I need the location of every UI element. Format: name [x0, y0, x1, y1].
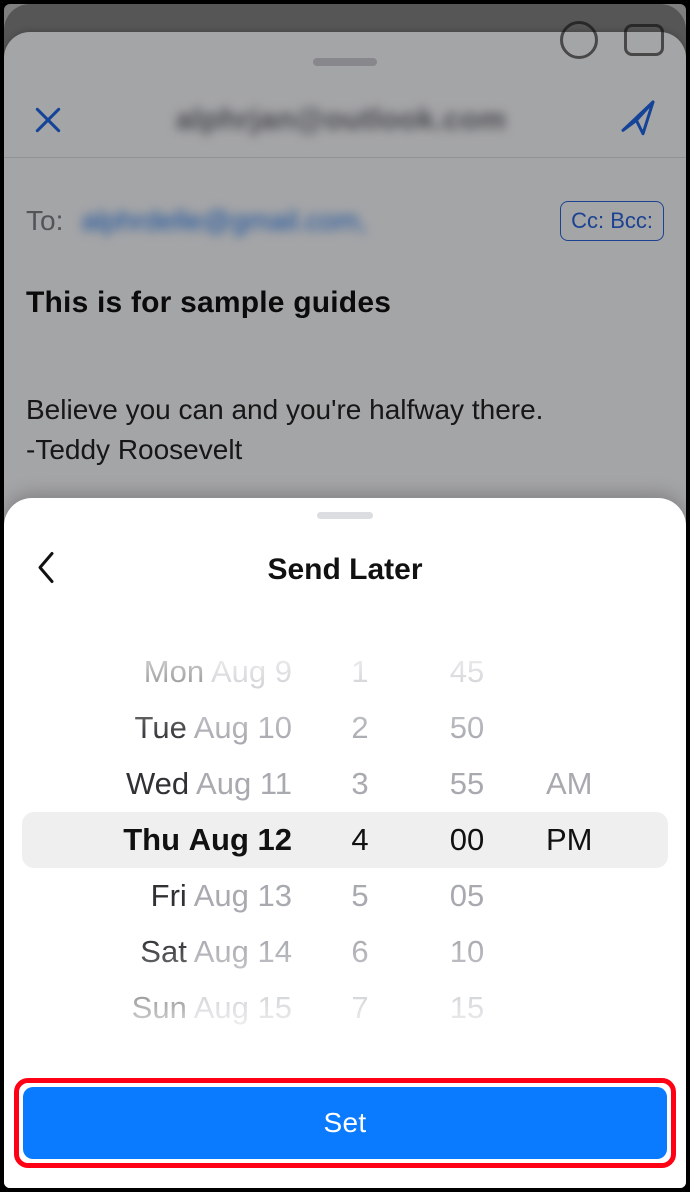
- picker-column-hour[interactable]: 1212345678: [312, 632, 408, 1048]
- picker-option[interactable]: AM: [526, 756, 668, 812]
- picker-column-minute[interactable]: 404550550005101520: [408, 632, 526, 1048]
- picker-option[interactable]: 12: [312, 632, 408, 644]
- picker-date-option[interactable]: Mon Aug 16: [22, 1036, 312, 1048]
- picker-option[interactable]: 45: [408, 644, 526, 700]
- set-button[interactable]: Set: [23, 1087, 667, 1159]
- picker-option[interactable]: 55: [408, 756, 526, 812]
- picker-option[interactable]: 00: [408, 812, 526, 868]
- sheet-grabber-icon[interactable]: [317, 512, 373, 519]
- picker-option[interactable]: 5: [312, 868, 408, 924]
- picker-option[interactable]: 50: [408, 700, 526, 756]
- datetime-picker[interactable]: Sun Aug 8Mon Aug 9Tue Aug 10Wed Aug 11Th…: [22, 632, 668, 1048]
- picker-date-option[interactable]: Fri Aug 13: [22, 868, 312, 924]
- picker-option[interactable]: 3: [312, 756, 408, 812]
- sheet-title: Send Later: [267, 553, 422, 587]
- picker-date-option[interactable]: Tue Aug 10: [22, 700, 312, 756]
- picker-option[interactable]: 6: [312, 924, 408, 980]
- picker-option[interactable]: 40: [408, 632, 526, 644]
- picker-option[interactable]: 7: [312, 980, 408, 1036]
- picker-option[interactable]: 10: [408, 924, 526, 980]
- picker-date-option[interactable]: Wed Aug 11: [22, 756, 312, 812]
- picker-option[interactable]: 20: [408, 1036, 526, 1048]
- picker-option[interactable]: 05: [408, 868, 526, 924]
- picker-option[interactable]: 8: [312, 1036, 408, 1048]
- picker-date-option[interactable]: Sat Aug 14: [22, 924, 312, 980]
- picker-date-option[interactable]: Sun Aug 15: [22, 980, 312, 1036]
- set-button-highlight: Set: [14, 1078, 676, 1168]
- picker-date-option[interactable]: Mon Aug 9: [22, 644, 312, 700]
- picker-option[interactable]: 1: [312, 644, 408, 700]
- picker-date-option[interactable]: Sun Aug 8: [22, 632, 312, 644]
- picker-option[interactable]: 2: [312, 700, 408, 756]
- picker-option[interactable]: 15: [408, 980, 526, 1036]
- picker-option[interactable]: PM: [526, 812, 668, 868]
- picker-column-ampm[interactable]: AMPM: [526, 632, 668, 1048]
- picker-column-date[interactable]: Sun Aug 8Mon Aug 9Tue Aug 10Wed Aug 11Th…: [22, 632, 312, 1048]
- send-later-sheet: Send Later Sun Aug 8Mon Aug 9Tue Aug 10W…: [4, 498, 686, 1188]
- picker-option[interactable]: 4: [312, 812, 408, 868]
- picker-date-option[interactable]: Thu Aug 12: [22, 812, 312, 868]
- back-icon[interactable]: [34, 550, 58, 591]
